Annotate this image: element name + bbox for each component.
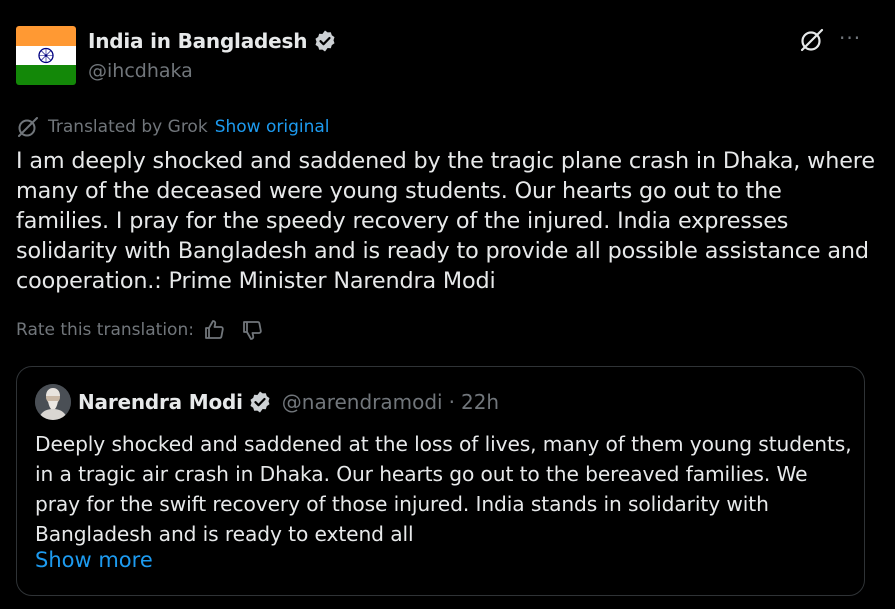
quoted-text: Deeply shocked and saddened at the loss … [35, 432, 852, 546]
avatar-icon [35, 384, 71, 420]
thumbs-up-icon[interactable] [202, 318, 226, 342]
author-name[interactable]: India in Bangladesh [88, 29, 307, 53]
separator-dot: · [448, 390, 455, 414]
quoted-author-handle[interactable]: @narendramodi [282, 390, 443, 414]
thumbs-down-icon[interactable] [240, 318, 264, 342]
quoted-author-avatar[interactable] [35, 384, 71, 420]
post-text: I am deeply shocked and saddened by the … [16, 148, 875, 294]
show-original-link[interactable]: Show original [215, 117, 330, 137]
grok-button[interactable] [799, 27, 825, 53]
more-icon: ··· [839, 26, 862, 50]
verified-badge-icon [250, 391, 270, 413]
grok-icon [18, 117, 38, 137]
grok-icon [800, 28, 824, 52]
translation-notice: Translated by Grok Show original [16, 115, 330, 139]
india-flag-icon [16, 26, 76, 85]
quoted-post[interactable]: Narendra Modi @narendramodi · 22h Deeply… [16, 366, 865, 596]
author-avatar[interactable] [16, 26, 76, 85]
rate-label: Rate this translation: [16, 320, 194, 340]
author-handle[interactable]: @ihcdhaka [88, 60, 193, 82]
translated-label: Translated by Grok [48, 117, 208, 137]
quoted-author-name[interactable]: Narendra Modi [78, 390, 243, 414]
quoted-header: Narendra Modi @narendramodi · 22h [78, 390, 499, 414]
show-more-link[interactable]: Show more [35, 548, 153, 572]
more-button[interactable]: ··· [839, 28, 861, 48]
quoted-timestamp[interactable]: 22h [461, 390, 499, 414]
rate-translation: Rate this translation: [16, 318, 264, 342]
verified-badge-icon [315, 30, 335, 52]
author-name-row[interactable]: India in Bangladesh [88, 29, 337, 53]
